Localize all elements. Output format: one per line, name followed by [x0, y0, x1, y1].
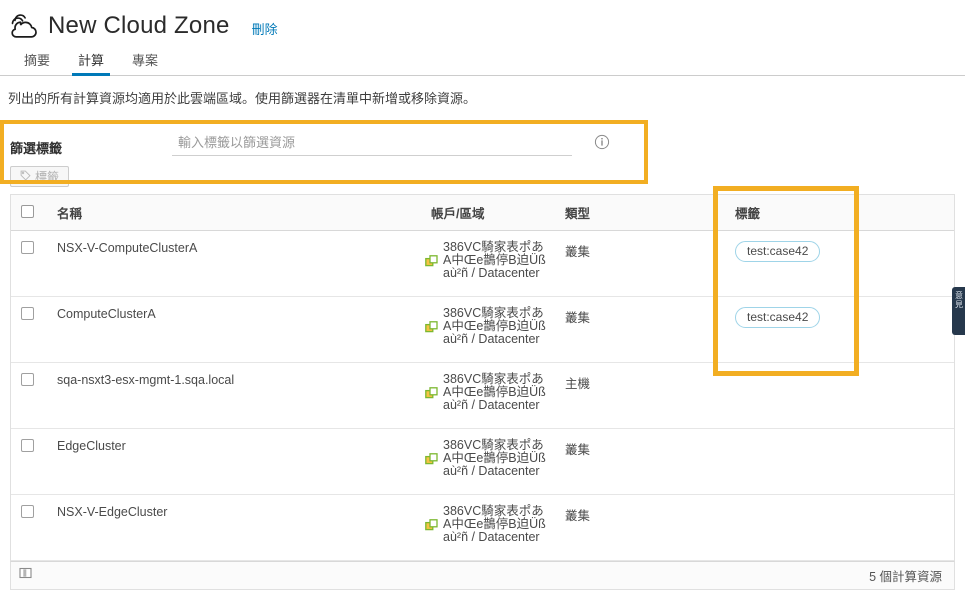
table-row[interactable]: NSX-V-EdgeCluster 386VC騎家表ポあA中Œe鵲停B迫Üßaù…: [11, 494, 954, 561]
row-checkbox[interactable]: [21, 373, 34, 386]
cell-account-region: 386VC騎家表ポあA中Œe鵲停B迫Üßaù²ñ / Datacenter: [421, 428, 555, 495]
row-select-cell: [11, 230, 47, 297]
table-row[interactable]: sqa-nsxt3-esx-mgmt-1.sqa.local 386VC騎家表ポ…: [11, 362, 954, 429]
cell-tags: test:case42: [725, 296, 954, 363]
cell-account-region-text: 386VC騎家表ポあA中Œe鵲停B迫Üßaù²ñ / Datacenter: [443, 372, 546, 412]
feedback-edge-tab[interactable]: 意見: [952, 287, 965, 335]
add-tag-button[interactable]: 標籤: [10, 166, 70, 187]
select-all-checkbox[interactable]: [21, 204, 34, 218]
cell-name: sqa-nsxt3-esx-mgmt-1.sqa.local: [47, 362, 421, 429]
table-row[interactable]: ComputeClusterA 386VC騎家表ポあA中Œe鵲停B迫Üßaù²ñ…: [11, 296, 954, 363]
cell-account-region: 386VC騎家表ポあA中Œe鵲停B迫Üßaù²ñ / Datacenter: [421, 296, 555, 363]
cell-tags: [725, 362, 954, 429]
external-link-icon: [425, 387, 438, 400]
row-select-cell: [11, 296, 47, 363]
tab-projects[interactable]: 專案: [118, 50, 172, 75]
cell-account-region-text: 386VC騎家表ポあA中Œe鵲停B迫Üßaù²ñ / Datacenter: [443, 438, 546, 478]
page-description: 列出的所有計算資源均適用於此雲端區域。使用篩選器在清單中新增或移除資源。: [8, 91, 477, 106]
table-footer: 5 個計算資源: [10, 561, 955, 590]
cloud-icon: [8, 11, 42, 41]
cell-type: 叢集: [555, 494, 725, 561]
row-checkbox[interactable]: [21, 307, 34, 320]
page-title: New Cloud Zone: [48, 12, 230, 39]
external-link-icon: [425, 255, 438, 268]
tag-icon: [20, 170, 31, 184]
cell-type: 叢集: [555, 296, 725, 363]
filter-tags-input[interactable]: [172, 132, 572, 156]
tab-compute[interactable]: 計算: [64, 50, 118, 76]
row-checkbox[interactable]: [21, 505, 34, 518]
tag-chip[interactable]: test:case42: [735, 307, 821, 328]
column-header-type[interactable]: 類型: [555, 195, 725, 231]
external-link-icon: [425, 519, 438, 532]
column-header-name[interactable]: 名稱: [47, 195, 421, 231]
cell-tags: [725, 494, 954, 561]
row-select-cell: [11, 428, 47, 495]
cell-tags: test:case42: [725, 230, 954, 297]
column-picker-icon[interactable]: [19, 566, 33, 585]
cell-name: ComputeClusterA: [47, 296, 421, 363]
row-checkbox[interactable]: [21, 439, 34, 452]
resource-count: 5 個計算資源: [869, 570, 942, 584]
cell-name: NSX-V-EdgeCluster: [47, 494, 421, 561]
select-all-header: [11, 195, 47, 231]
cell-type: 主機: [555, 362, 725, 429]
delete-link[interactable]: 刪除: [252, 15, 278, 38]
column-header-account-region[interactable]: 帳戶/區域: [421, 195, 555, 231]
cell-account-region-text: 386VC騎家表ポあA中Œe鵲停B迫Üßaù²ñ / Datacenter: [443, 240, 546, 280]
cell-account-region: 386VC騎家表ポあA中Œe鵲停B迫Üßaù²ñ / Datacenter: [421, 494, 555, 561]
external-link-icon: [425, 321, 438, 334]
tab-summary[interactable]: 摘要: [10, 50, 64, 75]
external-link-icon: [425, 453, 438, 466]
add-tag-button-label: 標籤: [35, 170, 60, 184]
compute-resources-table: 名稱 帳戶/區域 類型 標籤 NSX-V-ComputeClusterA 386…: [10, 186, 955, 561]
page-header: New Cloud Zone 刪除: [0, 0, 965, 46]
cell-account-region: 386VC騎家表ポあA中Œe鵲停B迫Üßaù²ñ / Datacenter: [421, 230, 555, 297]
tag-chip[interactable]: test:case42: [735, 241, 821, 262]
cell-type: 叢集: [555, 230, 725, 297]
column-header-tags[interactable]: 標籤: [725, 195, 954, 231]
table-row[interactable]: EdgeCluster 386VC騎家表ポあA中Œe鵲停B迫Üßaù²ñ / D…: [11, 428, 954, 495]
feedback-edge-tab-label: 意見: [955, 291, 963, 309]
filter-panel: 篩選標籤 標籤: [0, 120, 965, 187]
cell-tags: [725, 428, 954, 495]
cell-name: NSX-V-ComputeClusterA: [47, 230, 421, 297]
row-select-cell: [11, 362, 47, 429]
info-circle-icon[interactable]: [594, 134, 610, 150]
filter-tags-label: 篩選標籤: [10, 141, 63, 156]
cell-account-region-text: 386VC騎家表ポあA中Œe鵲停B迫Üßaù²ñ / Datacenter: [443, 504, 546, 544]
cell-account-region: 386VC騎家表ポあA中Œe鵲停B迫Üßaù²ñ / Datacenter: [421, 362, 555, 429]
filter-input-wrapper: [172, 132, 572, 156]
cell-name: EdgeCluster: [47, 428, 421, 495]
row-select-cell: [11, 494, 47, 561]
row-checkbox[interactable]: [21, 241, 34, 254]
cell-account-region-text: 386VC騎家表ポあA中Œe鵲停B迫Üßaù²ñ / Datacenter: [443, 306, 546, 346]
table-header-row: 名稱 帳戶/區域 類型 標籤: [11, 195, 954, 231]
cell-type: 叢集: [555, 428, 725, 495]
tab-bar: 摘要 計算 專案: [0, 50, 965, 76]
table-row[interactable]: NSX-V-ComputeClusterA 386VC騎家表ポあA中Œe鵲停B迫…: [11, 230, 954, 297]
